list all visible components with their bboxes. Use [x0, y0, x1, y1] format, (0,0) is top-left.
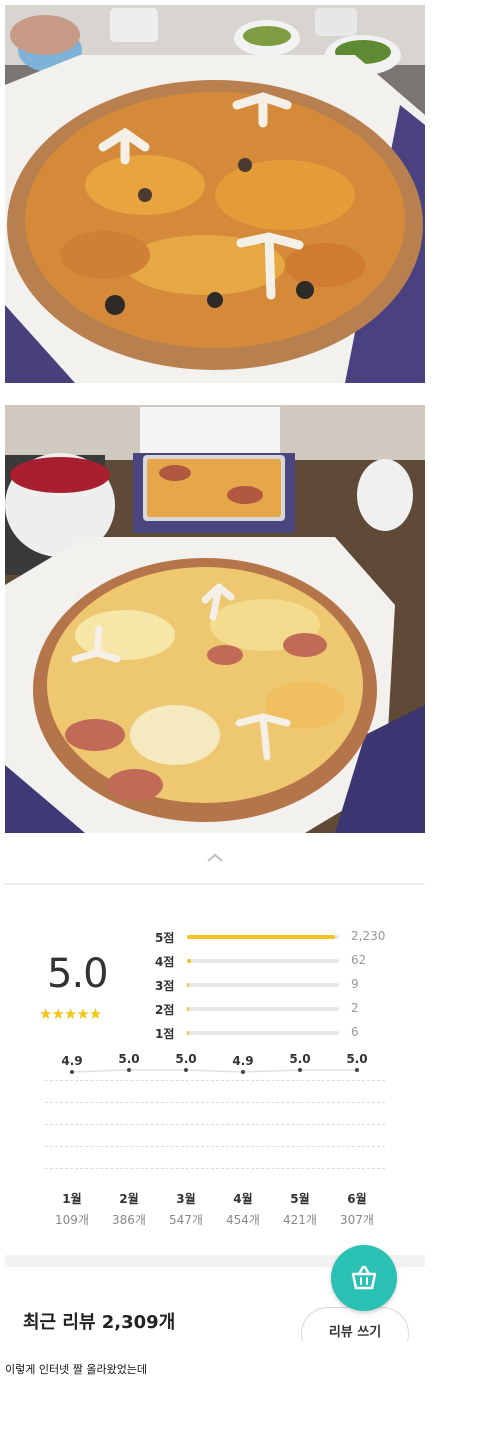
trend-value: 5.0: [346, 1052, 368, 1066]
trend-value: 4.9: [232, 1054, 254, 1068]
trend-point: [70, 1070, 74, 1074]
rating-label: 2점: [155, 1003, 175, 1017]
month-label: 4월: [233, 1192, 253, 1206]
grid-line: [45, 1124, 385, 1125]
rating-count: 2,230: [351, 929, 386, 943]
trend-point: [127, 1068, 131, 1072]
chevron-up-icon[interactable]: [5, 851, 425, 867]
trend-value: 5.0: [118, 1052, 140, 1066]
trend-value: 5.0: [289, 1052, 311, 1066]
month-review-count: 109개: [55, 1213, 89, 1227]
post-caption: 이렇게 인터넷 짤 올라왔었는데: [5, 1363, 148, 1376]
trend-point: [241, 1070, 245, 1074]
monthly-trend-chart: 4.9 5.0 5.0 4.9 5.0 5.0: [45, 1052, 385, 1169]
trend-point: [355, 1068, 359, 1072]
month-column: 3월 547개: [161, 1190, 211, 1228]
rating-bar: [187, 983, 339, 987]
month-label: 2월: [119, 1192, 139, 1206]
rating-bar-fill: [187, 1007, 190, 1011]
rating-bar-fill: [187, 1031, 190, 1035]
rating-row-2: 2점 2: [155, 1001, 395, 1017]
write-review-button[interactable]: 리뷰 쓰기: [301, 1307, 409, 1341]
month-column: 5월 421개: [275, 1190, 325, 1228]
trend-point: [298, 1068, 302, 1072]
rating-count: 2: [351, 1001, 359, 1015]
month-review-count: 454개: [226, 1213, 260, 1227]
month-review-count: 307개: [340, 1213, 374, 1227]
month-column: 2월 386개: [104, 1190, 154, 1228]
rating-bar-fill: [187, 935, 335, 939]
rating-row-1: 1점 6: [155, 1025, 395, 1041]
rating-label: 5점: [155, 931, 175, 945]
trend-value: 5.0: [175, 1052, 197, 1066]
month-label: 1월: [62, 1192, 82, 1206]
trend-point: [184, 1068, 188, 1072]
rating-label: 1점: [155, 1027, 175, 1041]
month-review-count: 386개: [112, 1213, 146, 1227]
rating-bar: [187, 1007, 339, 1011]
grid-line: [45, 1168, 385, 1169]
cart-button[interactable]: [331, 1245, 397, 1311]
grid-line: [45, 1146, 385, 1147]
average-rating: 5.0: [47, 951, 109, 997]
star-rating-icons: ★★★★★: [39, 1005, 102, 1023]
rating-label: 3점: [155, 979, 175, 993]
month-column: 4월 454개: [218, 1190, 268, 1228]
rating-bar: [187, 935, 339, 939]
divider: [5, 883, 425, 885]
rating-bar-fill: [187, 983, 190, 987]
month-label: 3월: [176, 1192, 196, 1206]
rating-label: 4점: [155, 955, 175, 969]
rating-count: 6: [351, 1025, 359, 1039]
trend-value: 4.9: [61, 1054, 83, 1068]
grid-line: [45, 1102, 385, 1103]
trend-line: [71, 1069, 357, 1073]
rating-row-3: 3점 9: [155, 977, 395, 993]
recent-reviews-title: 최근 리뷰 2,309개: [23, 1312, 176, 1333]
basket-icon: [351, 1265, 377, 1290]
month-review-count: 547개: [169, 1213, 203, 1227]
rating-bar-fill: [187, 959, 192, 963]
pizza-photo-2: [5, 405, 425, 833]
rating-count: 62: [351, 953, 367, 967]
month-column: 6월 307개: [332, 1190, 382, 1228]
month-review-count: 421개: [283, 1213, 317, 1227]
rating-bar: [187, 1031, 339, 1035]
month-column: 1월 109개: [47, 1190, 97, 1228]
month-label: 6월: [347, 1192, 367, 1206]
rating-bar: [187, 959, 339, 963]
review-summary-panel: 5.0 ★★★★★ 5점 2,230 4점 62 3점 9 2점 2 1점 6 …: [5, 833, 425, 1341]
pizza-photo-1: [5, 5, 425, 383]
rating-row-5: 5점 2,230: [155, 929, 395, 945]
rating-row-4: 4점 62: [155, 953, 395, 969]
month-label: 5월: [290, 1192, 310, 1206]
rating-count: 9: [351, 977, 359, 991]
